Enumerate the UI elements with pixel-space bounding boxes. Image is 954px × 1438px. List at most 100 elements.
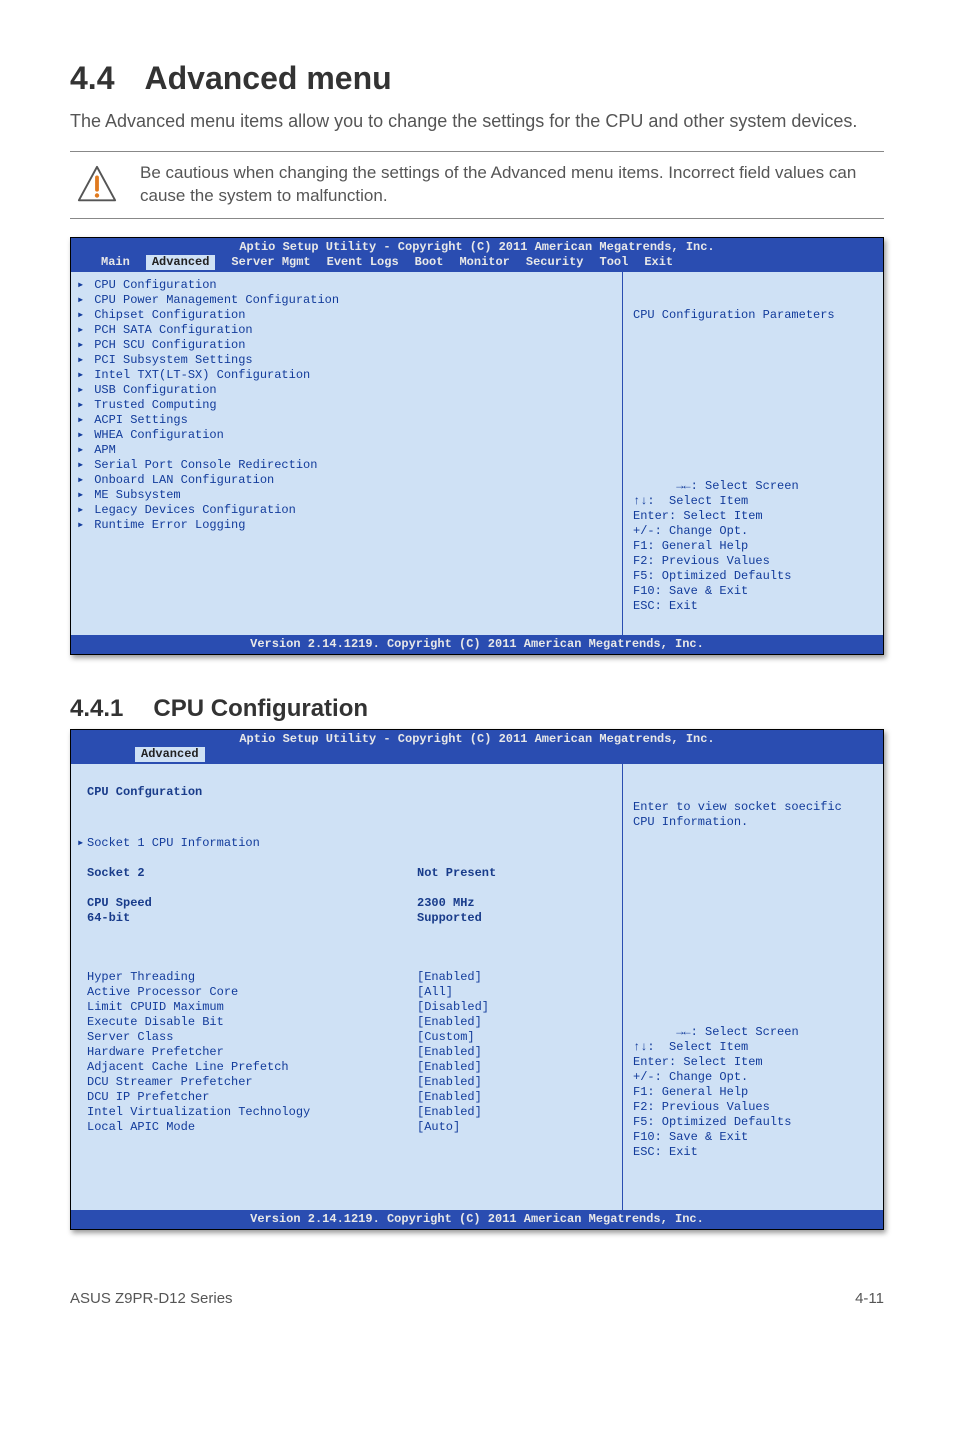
setting-row[interactable]: Hyper Threading[Enabled] — [77, 970, 612, 985]
setting-value: [Custom] — [417, 1030, 475, 1045]
caution-note: Be cautious when changing the settings o… — [70, 151, 884, 219]
submenu-arrow-icon: ▸ — [77, 488, 87, 503]
menu-item-label: WHEA Configuration — [87, 428, 224, 443]
bios-footer: Version 2.14.1219. Copyright (C) 2011 Am… — [71, 635, 883, 654]
submenu-arrow-icon: ▸ — [77, 323, 87, 338]
tab-security[interactable]: Security — [526, 255, 584, 270]
tab-event-logs[interactable]: Event Logs — [327, 255, 399, 270]
setting-row[interactable]: DCU IP Prefetcher[Enabled] — [77, 1090, 612, 1105]
menu-item-label: PCH SATA Configuration — [87, 323, 253, 338]
setting-value: [Enabled] — [417, 1060, 482, 1075]
menu-item[interactable]: ▸ APM — [77, 443, 612, 458]
submenu-arrow-icon: ▸ — [77, 428, 87, 443]
section-number: 4.4 — [70, 60, 114, 96]
tab-tool[interactable]: Tool — [600, 255, 629, 270]
tab-server-mgmt[interactable]: Server Mgmt — [231, 255, 310, 270]
bios-tab-bar: Advanced — [71, 747, 883, 764]
setting-row[interactable]: Server Class[Custom] — [77, 1030, 612, 1045]
setting-value: [Enabled] — [417, 1105, 482, 1120]
submenu-arrow-icon: ▸ — [77, 368, 87, 383]
menu-item[interactable]: ▸ ME Subsystem — [77, 488, 612, 503]
page-footer: ASUS Z9PR-D12 Series 4-11 — [70, 1290, 884, 1307]
menu-item[interactable]: ▸ ACPI Settings — [77, 413, 612, 428]
menu-item[interactable]: ▸ Serial Port Console Redirection — [77, 458, 612, 473]
setting-label: Limit CPUID Maximum — [87, 1000, 417, 1015]
submenu-arrow-icon: ▸ — [77, 398, 87, 413]
info-value: Not Present — [417, 866, 496, 881]
menu-item-label: USB Configuration — [87, 383, 217, 398]
bios-help-description: CPU Configuration Parameters — [633, 308, 873, 464]
footer-product: ASUS Z9PR-D12 Series — [70, 1290, 233, 1307]
setting-value: [Disabled] — [417, 1000, 489, 1015]
setting-label: Hardware Prefetcher — [87, 1045, 417, 1060]
setting-row[interactable]: Intel Virtualization Technology[Enabled] — [77, 1105, 612, 1120]
setting-value: [Enabled] — [417, 1075, 482, 1090]
menu-item[interactable]: ▸ USB Configuration — [77, 383, 612, 398]
setting-label: Active Processor Core — [87, 985, 417, 1000]
tab-monitor[interactable]: Monitor — [459, 255, 509, 270]
setting-value: [Enabled] — [417, 1045, 482, 1060]
submenu-arrow-icon: ▸ — [77, 383, 87, 398]
submenu-arrow-icon: ▸ — [77, 338, 87, 353]
setting-label: Hyper Threading — [87, 970, 417, 985]
menu-item[interactable]: ▸ PCH SCU Configuration — [77, 338, 612, 353]
menu-item[interactable]: ▸ Runtime Error Logging — [77, 518, 612, 533]
submenu-arrow-icon: ▸ — [77, 293, 87, 308]
menu-item[interactable]: ▸ WHEA Configuration — [77, 428, 612, 443]
setting-row[interactable]: Active Processor Core[All] — [77, 985, 612, 1000]
tab-exit[interactable]: Exit — [644, 255, 673, 270]
setting-label: DCU IP Prefetcher — [87, 1090, 417, 1105]
submenu-arrow-icon: ▸ — [77, 518, 87, 533]
menu-item[interactable]: ▸ PCI Subsystem Settings — [77, 353, 612, 368]
setting-row[interactable]: Hardware Prefetcher[Enabled] — [77, 1045, 612, 1060]
intro-paragraph: The Advanced menu items allow you to cha… — [70, 109, 884, 133]
bios-help-description: Enter to view socket soecific CPU Inform… — [633, 800, 873, 1010]
tab-advanced[interactable]: Advanced — [146, 255, 216, 270]
menu-item-label: Runtime Error Logging — [87, 518, 245, 533]
setting-row[interactable]: Execute Disable Bit[Enabled] — [77, 1015, 612, 1030]
setting-label: Server Class — [87, 1030, 417, 1045]
menu-item-label: ACPI Settings — [87, 413, 188, 428]
setting-label: Adjacent Cache Line Prefetch — [87, 1060, 417, 1075]
info-key: 64-bit — [87, 911, 417, 926]
setting-label: Intel Virtualization Technology — [87, 1105, 417, 1120]
socket1-info-link[interactable]: Socket 1 CPU Information — [87, 836, 260, 851]
bios-nav-help: →←: Select Screen ↑↓: Select Item Enter:… — [633, 1025, 799, 1159]
menu-item-label: Onboard LAN Configuration — [87, 473, 274, 488]
menu-item-label: Serial Port Console Redirection — [87, 458, 317, 473]
menu-item[interactable]: ▸ CPU Configuration — [77, 278, 612, 293]
tab-advanced[interactable]: Advanced — [135, 747, 205, 762]
tab-boot[interactable]: Boot — [415, 255, 444, 270]
submenu-arrow-icon: ▸ — [77, 413, 87, 428]
menu-item[interactable]: ▸ CPU Power Management Configuration — [77, 293, 612, 308]
bios-header: Aptio Setup Utility - Copyright (C) 2011… — [71, 730, 883, 747]
setting-row[interactable]: Limit CPUID Maximum[Disabled] — [77, 1000, 612, 1015]
setting-row[interactable]: DCU Streamer Prefetcher[Enabled] — [77, 1075, 612, 1090]
info-row: CPU Speed2300 MHz — [77, 896, 612, 911]
bios-menu-list: ▸ CPU Configuration▸ CPU Power Managemen… — [71, 272, 623, 635]
bios-help-pane: CPU Configuration Parameters →←: Select … — [623, 272, 883, 635]
bios-tab-bar: Main Advanced Server Mgmt Event Logs Boot Mon… — [71, 255, 883, 272]
setting-label: Execute Disable Bit — [87, 1015, 417, 1030]
menu-item-label: Chipset Configuration — [87, 308, 245, 323]
menu-item[interactable]: ▸ Chipset Configuration — [77, 308, 612, 323]
submenu-arrow-icon: ▸ — [77, 443, 87, 458]
menu-item[interactable]: ▸ Legacy Devices Configuration — [77, 503, 612, 518]
tab-main[interactable]: Main — [101, 255, 130, 270]
caution-text: Be cautious when changing the settings o… — [140, 162, 878, 208]
info-value: 2300 MHz — [417, 896, 475, 911]
setting-row[interactable]: Local APIC Mode[Auto] — [77, 1120, 612, 1135]
setting-value: [Enabled] — [417, 1015, 482, 1030]
setting-row[interactable]: Adjacent Cache Line Prefetch[Enabled] — [77, 1060, 612, 1075]
setting-label: Local APIC Mode — [87, 1120, 417, 1135]
menu-item-label: CPU Power Management Configuration — [87, 293, 339, 308]
menu-item[interactable]: ▸ Trusted Computing — [77, 398, 612, 413]
info-row: Socket 2Not Present — [77, 866, 612, 881]
setting-label: DCU Streamer Prefetcher — [87, 1075, 417, 1090]
section-heading: 4.4Advanced menu — [70, 60, 884, 97]
menu-item[interactable]: ▸ Onboard LAN Configuration — [77, 473, 612, 488]
menu-item[interactable]: ▸ Intel TXT(LT-SX) Configuration — [77, 368, 612, 383]
info-row — [77, 881, 612, 896]
menu-item[interactable]: ▸ PCH SATA Configuration — [77, 323, 612, 338]
menu-item-label: APM — [87, 443, 116, 458]
